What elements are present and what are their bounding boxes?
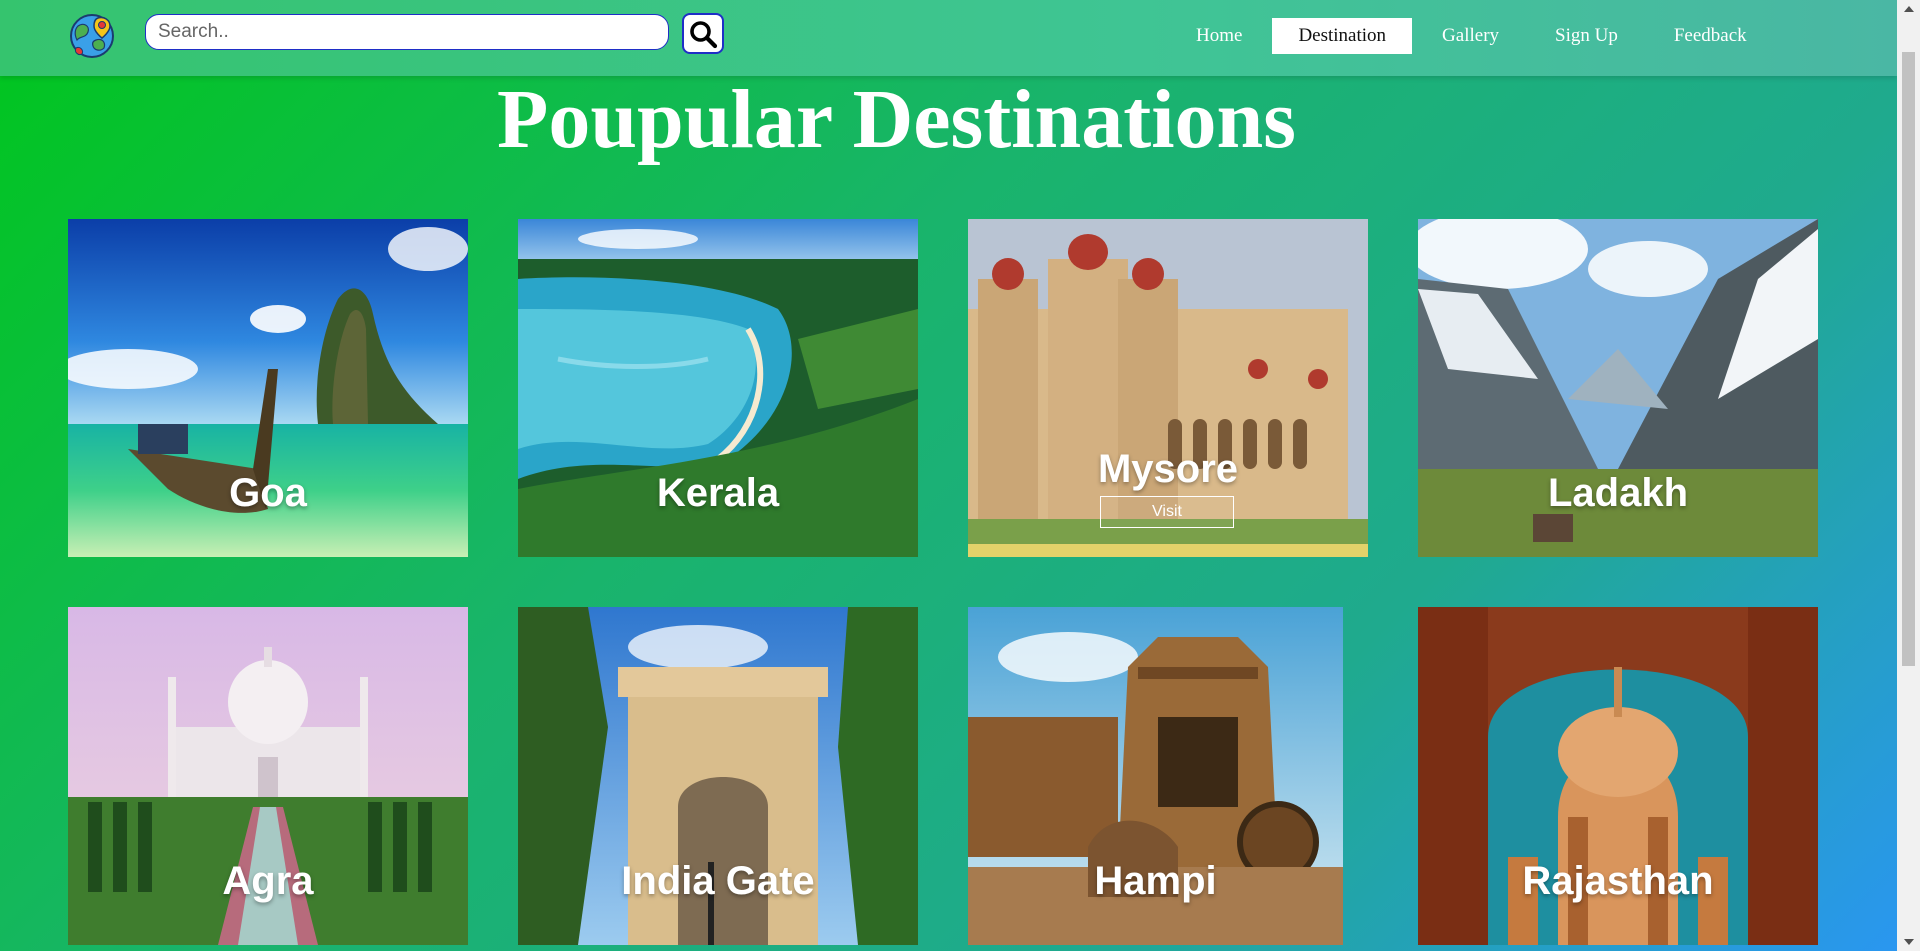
main-nav: Home Destination Gallery Sign Up Feedbac… <box>1170 18 1777 54</box>
destination-name: Agra <box>222 859 314 903</box>
search-input[interactable] <box>145 14 669 50</box>
globe-travel-icon[interactable] <box>68 12 116 60</box>
page-scrollbar[interactable] <box>1897 0 1920 951</box>
destination-name: Ladakh <box>1547 471 1689 515</box>
destination-name: Rajasthan <box>1522 859 1714 903</box>
destination-name: Mysore <box>1097 447 1239 491</box>
destination-card-agra[interactable]: Agra <box>68 607 468 945</box>
search-button[interactable] <box>682 13 724 54</box>
destination-card-goa[interactable]: Goa <box>68 219 468 557</box>
scroll-down-arrow-icon[interactable] <box>1897 933 1920 951</box>
search-icon <box>690 20 718 48</box>
destination-name: India Gate <box>621 859 815 903</box>
destination-name: Goa <box>229 471 307 515</box>
nav-sign-up[interactable]: Sign Up <box>1529 18 1644 54</box>
destination-name: Kerala <box>656 471 780 515</box>
destination-card-rajasthan[interactable]: Rajasthan <box>1418 607 1818 945</box>
destination-card-ladakh[interactable]: Ladakh <box>1418 219 1818 557</box>
destination-card-mysore[interactable]: Mysore Visit <box>968 219 1368 557</box>
nav-destination[interactable]: Destination <box>1272 18 1413 54</box>
destination-card-hampi[interactable]: Hampi <box>968 607 1343 945</box>
scroll-thumb[interactable] <box>1902 52 1915 666</box>
nav-feedback[interactable]: Feedback <box>1648 18 1773 54</box>
scroll-up-arrow-icon[interactable] <box>1897 0 1920 18</box>
top-navbar: Home Destination Gallery Sign Up Feedbac… <box>0 0 1897 76</box>
page-title: Poupular Destinations <box>497 73 1296 166</box>
nav-gallery[interactable]: Gallery <box>1416 18 1525 54</box>
destination-name: Hampi <box>1094 859 1217 903</box>
destination-card-india-gate[interactable]: India Gate <box>518 607 918 945</box>
destination-card-kerala[interactable]: Kerala <box>518 219 918 557</box>
nav-home[interactable]: Home <box>1170 18 1268 54</box>
visit-button[interactable]: Visit <box>1100 496 1234 528</box>
